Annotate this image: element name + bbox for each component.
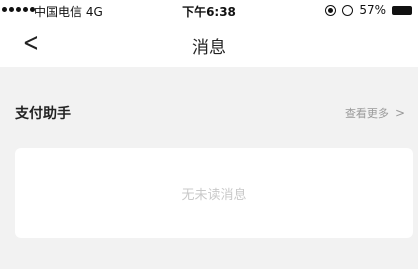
see-more-label: 查看更多 xyxy=(344,107,389,120)
see-more-link[interactable]: 查看更多 > xyxy=(345,105,405,121)
alarm-icon xyxy=(342,4,354,16)
status-bar: 中国电信 4G 下午6:38 57% xyxy=(0,0,418,24)
status-right-group: 57% xyxy=(325,3,412,17)
location-icon xyxy=(325,4,337,16)
message-card: 无未读消息 xyxy=(15,148,413,238)
empty-state-text: 无未读消息 xyxy=(181,188,247,203)
battery-icon xyxy=(392,5,412,15)
section-header: 支付助手 查看更多 > xyxy=(0,96,418,136)
page-title: 消息 xyxy=(192,38,226,58)
chevron-right-icon: > xyxy=(394,106,405,120)
section-title: 支付助手 xyxy=(15,106,71,122)
navigation-bar: < 消息 xyxy=(0,24,418,67)
battery-percentage: 57% xyxy=(359,3,386,17)
